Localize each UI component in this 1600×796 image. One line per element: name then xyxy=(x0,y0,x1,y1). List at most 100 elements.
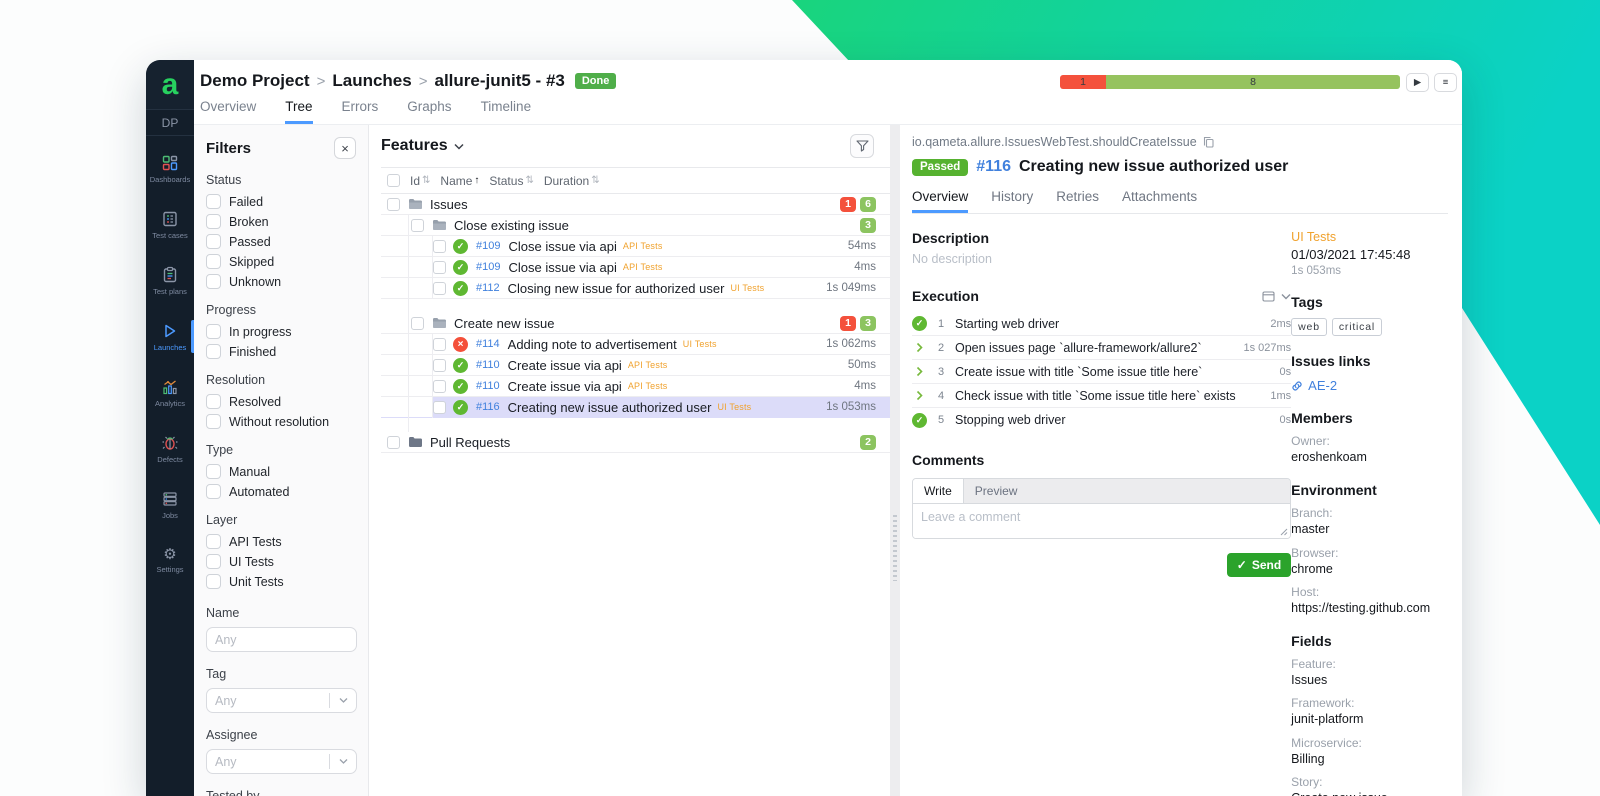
tag-chip[interactable]: web xyxy=(1291,318,1327,336)
tab-detail-overview[interactable]: Overview xyxy=(912,189,968,213)
project-initials[interactable]: DP xyxy=(146,110,194,136)
comment-preview-tab[interactable]: Preview xyxy=(964,479,1029,503)
checkbox[interactable] xyxy=(206,344,221,359)
checkbox[interactable] xyxy=(433,401,446,414)
tree-row-test[interactable]: ✓ #110 Create issue via api API Tests 4m… xyxy=(381,376,890,397)
tab-tree[interactable]: Tree xyxy=(285,99,312,124)
checkbox[interactable] xyxy=(433,380,446,393)
checkbox[interactable] xyxy=(206,324,221,339)
select-all-checkbox[interactable] xyxy=(387,174,400,187)
column-status[interactable]: Status⇅ xyxy=(489,174,533,188)
test-id[interactable]: #116 xyxy=(476,401,500,413)
checkbox[interactable] xyxy=(206,534,221,549)
tree-row-test-selected[interactable]: ✓ #116 Creating new issue authorized use… xyxy=(381,397,890,418)
breadcrumb-launches[interactable]: Launches xyxy=(332,71,411,91)
filter-option-ui-tests[interactable]: UI Tests xyxy=(206,554,356,569)
test-id-link[interactable]: #116 xyxy=(976,158,1011,176)
execution-step[interactable]: ✓ 1 Starting web driver 2ms xyxy=(912,312,1291,336)
tab-detail-history[interactable]: History xyxy=(991,189,1033,213)
column-name[interactable]: Name↑ xyxy=(440,174,479,188)
checkbox[interactable] xyxy=(206,394,221,409)
checkbox[interactable] xyxy=(206,414,221,429)
resize-handle-icon[interactable] xyxy=(1280,528,1288,536)
tree-group-create-new-issue[interactable]: Create new issue 13 xyxy=(381,313,890,334)
tree-row-test[interactable]: ✓ #109 Close issue via api API Tests 54m… xyxy=(381,236,890,257)
tree-row-test[interactable]: ✓ #110 Create issue via api API Tests 50… xyxy=(381,355,890,376)
sidebar-item-test-plans[interactable]: Test plans xyxy=(146,257,194,304)
checkbox[interactable] xyxy=(206,254,221,269)
filter-option-unit-tests[interactable]: Unit Tests xyxy=(206,574,356,589)
panel-splitter[interactable] xyxy=(890,125,900,796)
checkbox[interactable] xyxy=(206,214,221,229)
checkbox[interactable] xyxy=(411,317,424,330)
checkbox[interactable] xyxy=(433,240,446,253)
checkbox[interactable] xyxy=(206,464,221,479)
checkbox[interactable] xyxy=(433,338,446,351)
tab-overview[interactable]: Overview xyxy=(200,99,256,124)
filter-option-in-progress[interactable]: In progress xyxy=(206,324,356,339)
test-id[interactable]: #109 xyxy=(476,261,500,273)
expand-step-icon[interactable] xyxy=(912,342,927,353)
checkbox[interactable] xyxy=(433,261,446,274)
comment-textarea[interactable] xyxy=(913,504,1290,538)
column-duration[interactable]: Duration⇅ xyxy=(544,174,600,188)
checkbox[interactable] xyxy=(433,282,446,295)
test-id[interactable]: #112 xyxy=(476,282,500,294)
splitter-drag-handle[interactable] xyxy=(893,515,897,581)
checkbox[interactable] xyxy=(387,198,400,211)
checkbox[interactable] xyxy=(411,219,424,232)
checkbox[interactable] xyxy=(206,234,221,249)
test-id[interactable]: #109 xyxy=(476,240,500,252)
tab-graphs[interactable]: Graphs xyxy=(407,99,451,124)
checkbox[interactable] xyxy=(206,484,221,499)
execution-step[interactable]: 2 Open issues page `allure-framework/all… xyxy=(912,336,1291,360)
tree-filter-button[interactable] xyxy=(850,134,874,158)
sidebar-item-defects[interactable]: Defects xyxy=(146,425,194,472)
column-id[interactable]: Id⇅ xyxy=(410,174,430,188)
execution-step[interactable]: ✓ 5 Stopping web driver 0s xyxy=(912,408,1291,432)
test-id[interactable]: #110 xyxy=(476,359,500,371)
filter-option-failed[interactable]: Failed xyxy=(206,194,356,209)
checkbox[interactable] xyxy=(206,194,221,209)
allure-logo[interactable]: a xyxy=(146,60,194,110)
checkbox[interactable] xyxy=(433,359,446,372)
send-comment-button[interactable]: ✓ Send xyxy=(1227,553,1291,577)
tree-group-close-existing-issue[interactable]: Close existing issue 3 xyxy=(381,215,890,236)
tag-chip[interactable]: critical xyxy=(1332,318,1382,336)
sidebar-item-test-cases[interactable]: Test cases xyxy=(146,201,194,248)
sidebar-item-jobs[interactable]: Jobs xyxy=(146,481,194,528)
filter-option-broken[interactable]: Broken xyxy=(206,214,356,229)
sidebar-item-analytics[interactable]: Analytics xyxy=(146,369,194,416)
expand-step-icon[interactable] xyxy=(912,366,927,377)
tree-group-issues[interactable]: Issues 16 xyxy=(381,194,890,215)
test-id[interactable]: #114 xyxy=(476,338,500,350)
filter-option-api-tests[interactable]: API Tests xyxy=(206,534,356,549)
execution-step[interactable]: 4 Check issue with title `Some issue tit… xyxy=(912,384,1291,408)
checkbox[interactable] xyxy=(387,436,400,449)
tab-detail-attachments[interactable]: Attachments xyxy=(1122,189,1197,213)
filter-tag-select[interactable] xyxy=(206,688,356,713)
expand-step-icon[interactable] xyxy=(912,390,927,401)
filter-option-resolved[interactable]: Resolved xyxy=(206,394,356,409)
sidebar-item-launches[interactable]: Launches xyxy=(146,313,194,360)
sidebar-item-dashboards[interactable]: Dashboards xyxy=(146,145,194,192)
collapse-steps-icon[interactable] xyxy=(1281,293,1291,300)
comment-write-tab[interactable]: Write xyxy=(913,479,964,503)
group-by-selector[interactable]: Features xyxy=(381,137,464,155)
filter-option-passed[interactable]: Passed xyxy=(206,234,356,249)
tree-row-test[interactable]: × #114 Adding note to advertisement UI T… xyxy=(381,334,890,355)
tab-detail-retries[interactable]: Retries xyxy=(1056,189,1099,213)
tree-row-test[interactable]: ✓ #109 Close issue via api API Tests 4ms xyxy=(381,257,890,278)
launch-menu-button[interactable]: ≡ xyxy=(1434,73,1457,92)
filter-option-unknown[interactable]: Unknown xyxy=(206,274,356,289)
copy-icon[interactable] xyxy=(1203,136,1214,148)
breadcrumb-project[interactable]: Demo Project xyxy=(200,71,310,91)
close-filters-button[interactable]: × xyxy=(334,137,356,159)
filter-option-without-resolution[interactable]: Without resolution xyxy=(206,414,356,429)
issue-link[interactable]: AE-2 xyxy=(1291,378,1448,393)
filter-option-automated[interactable]: Automated xyxy=(206,484,356,499)
rerun-launch-button[interactable]: ▶ xyxy=(1406,73,1429,92)
columns-settings-icon[interactable] xyxy=(1262,291,1275,302)
tree-row-test[interactable]: ✓ #112 Closing new issue for authorized … xyxy=(381,278,890,299)
checkbox[interactable] xyxy=(206,574,221,589)
